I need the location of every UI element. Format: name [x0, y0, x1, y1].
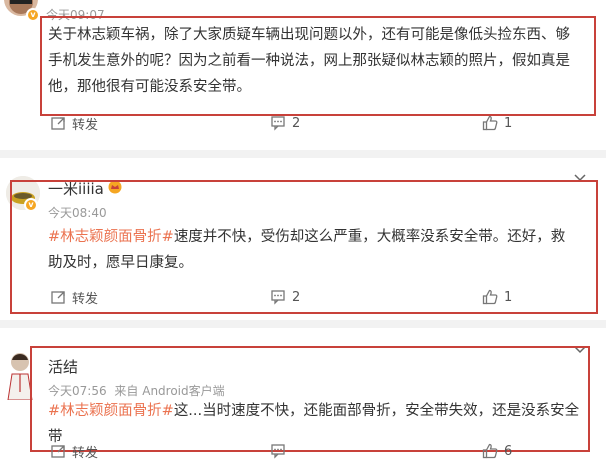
comment-button[interactable]: 2: [270, 286, 300, 308]
repost-label: 转发: [72, 291, 99, 307]
repost-icon: [51, 117, 65, 130]
comment-card: v 今天09:07 关于林志颖车祸，除了大家质疑车辆出现问题以外，还有可能是像低…: [0, 0, 606, 150]
vip-badge-icon: v: [26, 8, 40, 22]
action-bar: 转发 6: [0, 440, 606, 462]
repost-label: 转发: [72, 117, 99, 133]
like-button[interactable]: 1: [482, 112, 512, 134]
divider: [0, 150, 606, 158]
action-bar: 转发 2 1: [0, 112, 606, 134]
comment-card: 活结 今天07:56 来自 Android客户端 #林志颖颜面骨折#这...当时…: [0, 328, 606, 462]
comment-card: v 一米iiiia 今天08:40 #林志颖颜面骨折#速度并不快，受伤却这么严重…: [0, 158, 606, 318]
repost-icon: [51, 291, 65, 304]
comment-count: 2: [292, 289, 301, 305]
like-icon: [482, 115, 498, 131]
divider: [0, 320, 606, 328]
like-icon: [482, 443, 498, 459]
comment-icon: [271, 290, 285, 305]
like-count: 1: [504, 115, 513, 131]
highlight-box: [40, 16, 596, 116]
repost-label: 转发: [72, 445, 99, 461]
like-button[interactable]: 6: [482, 440, 512, 462]
repost-button[interactable]: 转发: [50, 286, 98, 308]
comment-icon: [271, 444, 285, 459]
comment-count: 2: [292, 115, 301, 131]
comment-icon: [271, 116, 285, 131]
like-icon: [482, 289, 498, 305]
action-bar: 转发 2 1: [0, 286, 606, 308]
repost-button[interactable]: 转发: [50, 112, 98, 134]
repost-icon: [51, 445, 65, 458]
repost-button[interactable]: 转发: [50, 440, 98, 462]
like-button[interactable]: 1: [482, 286, 512, 308]
comment-button[interactable]: [270, 440, 292, 462]
like-count: 1: [504, 289, 513, 305]
highlight-box: [30, 346, 590, 452]
comment-button[interactable]: 2: [270, 112, 300, 134]
like-count: 6: [504, 443, 513, 459]
